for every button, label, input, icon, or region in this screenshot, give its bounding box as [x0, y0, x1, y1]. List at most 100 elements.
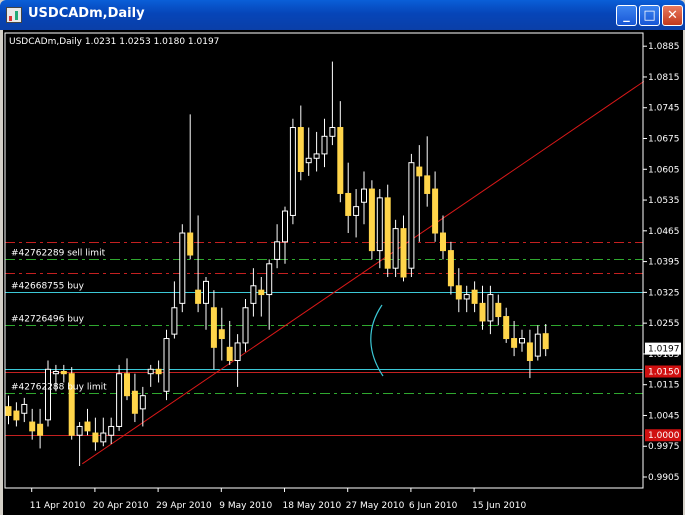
candle-body[interactable]	[226, 346, 233, 362]
candle-body[interactable]	[526, 342, 533, 362]
candle-body[interactable]	[471, 289, 478, 304]
candle-body[interactable]	[503, 316, 510, 340]
candle-body[interactable]	[542, 333, 549, 350]
y-tick-label: 0.9975	[648, 442, 680, 452]
candle-body[interactable]	[179, 232, 186, 304]
candle-body[interactable]	[313, 153, 320, 159]
price-marker-label: 1.0150	[648, 368, 680, 378]
window-title: USDCADm,Daily	[28, 6, 145, 21]
y-tick-label: 1.0465	[648, 227, 680, 237]
candle-body[interactable]	[13, 410, 20, 421]
candle-body[interactable]	[289, 127, 296, 216]
candle-body[interactable]	[455, 285, 462, 300]
candle-body[interactable]	[147, 368, 154, 375]
candle-body[interactable]	[5, 406, 12, 416]
candle-body[interactable]	[479, 302, 486, 322]
candle-body[interactable]	[353, 206, 360, 216]
candle-body[interactable]	[337, 127, 344, 194]
candle-body[interactable]	[282, 210, 288, 243]
candle-body[interactable]	[45, 368, 51, 421]
candle-body[interactable]	[534, 333, 541, 357]
candle-body[interactable]	[242, 307, 249, 344]
candle-body[interactable]	[29, 421, 36, 432]
x-tick-label: 29 Apr 2010	[156, 501, 212, 511]
candle-body[interactable]	[368, 188, 375, 252]
candle-body[interactable]	[384, 197, 391, 269]
candle-body[interactable]	[266, 263, 273, 296]
chart-icon	[6, 7, 22, 23]
candle-body[interactable]	[218, 329, 225, 340]
candle-body[interactable]	[297, 127, 304, 172]
plot-frame	[4, 32, 644, 489]
candle-body[interactable]	[60, 371, 67, 375]
y-tick-label: 1.0045	[648, 411, 680, 421]
y-tick-label: 1.0255	[648, 319, 680, 329]
y-tick-label: 1.0815	[648, 73, 680, 83]
candle-body[interactable]	[195, 289, 202, 304]
candle-body[interactable]	[92, 432, 99, 443]
candle-body[interactable]	[305, 157, 312, 164]
candle-body[interactable]	[139, 395, 146, 410]
minimize-button[interactable]: _	[616, 5, 637, 26]
order-label: #42668755 buy	[11, 282, 85, 292]
y-tick-label: 1.0675	[648, 135, 680, 145]
y-tick-label: 1.0885	[648, 42, 680, 52]
candle-body[interactable]	[155, 368, 162, 375]
candle-body[interactable]	[124, 373, 130, 397]
x-tick-label: 6 Jun 2010	[409, 501, 458, 511]
candle-body[interactable]	[163, 338, 170, 392]
candle-body[interactable]	[424, 175, 431, 194]
candlestick-chart[interactable]: #42762289 sell limit #42668755 buy #427264…	[3, 30, 683, 515]
candle-body[interactable]	[376, 197, 383, 252]
candle-body[interactable]	[84, 421, 91, 432]
curve-object[interactable]	[370, 304, 384, 377]
candle-body[interactable]	[250, 285, 257, 304]
candle-body[interactable]	[37, 423, 44, 436]
candle-body[interactable]	[100, 432, 107, 443]
symbol-info: USDCADm,Daily 1.0231 1.0253 1.0180 1.019…	[9, 37, 219, 47]
order-label: #42762288 buy limit	[11, 383, 107, 393]
order-label: #42726496 buy	[11, 315, 85, 325]
x-tick-label: 18 May 2010	[283, 501, 342, 511]
candle-body[interactable]	[329, 127, 336, 137]
candle-body[interactable]	[519, 338, 525, 344]
x-tick-label: 11 Apr 2010	[30, 501, 86, 511]
candle-body[interactable]	[440, 232, 446, 252]
candle-body[interactable]	[21, 403, 28, 414]
candle-body[interactable]	[258, 289, 265, 296]
candle-body[interactable]	[52, 371, 59, 375]
candle-body[interactable]	[345, 192, 352, 216]
candle-body[interactable]	[116, 373, 123, 427]
candle-body[interactable]	[187, 232, 194, 256]
candle-body[interactable]	[234, 342, 241, 362]
candle-body[interactable]	[392, 228, 399, 269]
candle-body[interactable]	[408, 162, 415, 269]
candle-body[interactable]	[463, 294, 470, 300]
candle-body[interactable]	[210, 307, 217, 348]
y-tick-label: 1.0535	[648, 196, 680, 206]
candle-body[interactable]	[495, 302, 502, 318]
candle-body[interactable]	[131, 390, 138, 414]
trendline[interactable]	[81, 80, 645, 465]
x-tick-label: 27 May 2010	[346, 501, 405, 511]
close-button[interactable]: ✕	[662, 5, 683, 26]
candle-body[interactable]	[487, 294, 494, 322]
candle-body[interactable]	[321, 135, 328, 155]
candle-body[interactable]	[416, 166, 423, 177]
candle-body[interactable]	[76, 425, 83, 436]
candle-body[interactable]	[400, 228, 407, 278]
candle-body[interactable]	[511, 338, 518, 348]
candle-body[interactable]	[274, 241, 281, 260]
candle-body[interactable]	[447, 250, 454, 287]
candle-body[interactable]	[108, 425, 115, 436]
terminal-window: USDCADm,Daily _ □ ✕ #42762289 sell limit…	[0, 0, 685, 515]
title-bar[interactable]: USDCADm,Daily _ □ ✕	[0, 0, 685, 30]
candle-body[interactable]	[171, 307, 178, 335]
chart-area[interactable]: #42762289 sell limit #42668755 buy #427264…	[3, 30, 683, 515]
y-tick-label: 0.9905	[648, 473, 680, 483]
candle-body[interactable]	[203, 280, 209, 304]
x-tick-label: 20 Apr 2010	[93, 501, 149, 511]
candle-body[interactable]	[432, 188, 439, 234]
candle-body[interactable]	[361, 188, 367, 203]
maximize-button[interactable]: □	[639, 5, 660, 26]
